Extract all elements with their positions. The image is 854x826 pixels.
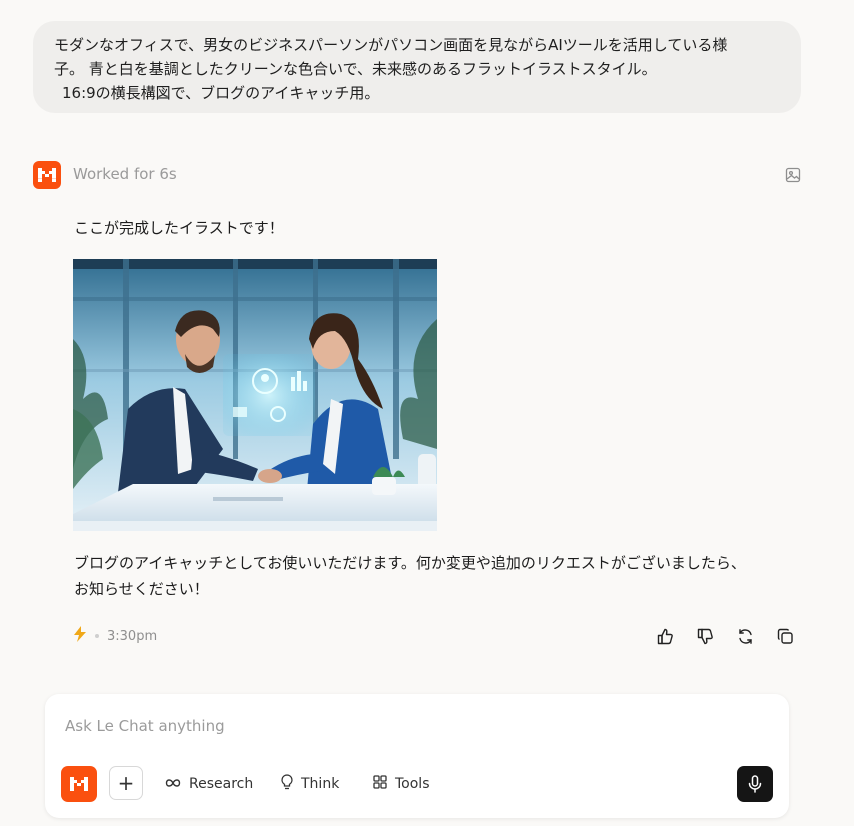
worked-status: Worked for 6s <box>73 165 177 183</box>
research-label: Research <box>189 776 254 792</box>
assistant-outro-line-1: ブログのアイキャッチとしてお使いいただけます。何か変更や追加のリクエストがござい… <box>74 554 746 572</box>
think-button[interactable]: Think <box>281 768 339 800</box>
meta-separator <box>95 634 99 638</box>
generated-illustration[interactable] <box>73 259 437 531</box>
agent-mistral-logo-icon[interactable] <box>61 766 97 802</box>
user-message-line-2: 子。 青と白を基調としたクリーンな色合いで、未来感のあるフラットイラストスタイル… <box>54 60 657 78</box>
infinity-icon <box>165 776 181 792</box>
grid-icon <box>373 775 387 793</box>
thumbs-down-icon[interactable] <box>695 626 715 646</box>
assistant-outro-text: ブログのアイキャッチとしてお使いいただけます。何か変更や追加のリクエストがござい… <box>74 550 804 602</box>
microphone-icon[interactable] <box>737 766 773 802</box>
user-message-line-3: 16:9の横長構図で、ブログのアイキャッチ用。 <box>62 84 380 102</box>
lightning-icon <box>73 626 87 646</box>
image-icon[interactable] <box>784 166 802 184</box>
mistral-logo-icon <box>33 161 61 189</box>
add-attachment-button[interactable]: + <box>109 766 143 800</box>
lightbulb-icon <box>281 774 293 794</box>
research-button[interactable]: Research <box>165 768 253 800</box>
chat-input[interactable] <box>63 712 667 740</box>
assistant-intro-text: ここが完成したイラストです！ <box>74 219 284 237</box>
think-label: Think <box>301 776 340 792</box>
composer: + Research Think Tools <box>45 694 789 818</box>
user-message-bubble: モダンなオフィスで、男女のビジネスパーソンがパソコン画面を見ながらAIツールを活… <box>33 21 801 113</box>
assistant-outro-line-2: お知らせください！ <box>74 580 209 598</box>
tools-button[interactable]: Tools <box>373 768 430 800</box>
user-message-line-1: モダンなオフィスで、男女のビジネスパーソンがパソコン画面を見ながらAIツールを活… <box>54 36 728 54</box>
tools-label: Tools <box>395 776 430 792</box>
copy-icon[interactable] <box>775 626 795 646</box>
message-time: 3:30pm <box>107 628 158 644</box>
message-meta: 3:30pm <box>73 625 157 647</box>
thumbs-up-icon[interactable] <box>655 626 675 646</box>
refresh-icon[interactable] <box>735 626 755 646</box>
